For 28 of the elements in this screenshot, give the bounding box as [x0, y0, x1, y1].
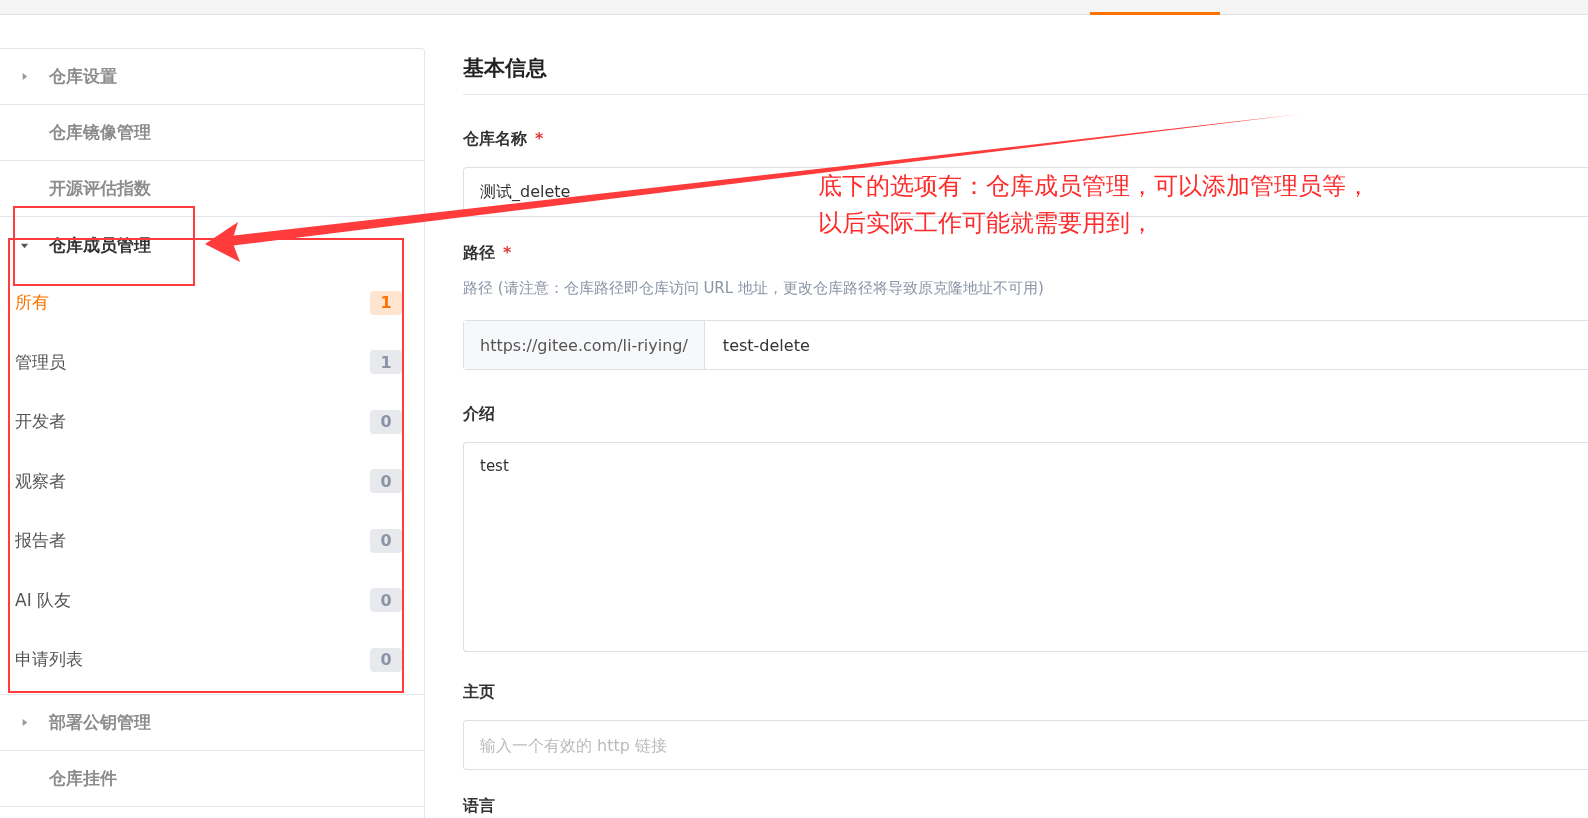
count-badge: 1 [370, 290, 402, 315]
count-badge: 0 [370, 469, 402, 494]
count-badge: 0 [370, 528, 402, 553]
count-badge: 1 [370, 350, 402, 375]
member-filter-item[interactable]: 报告者 0 [0, 511, 424, 571]
textarea-field[interactable]: test [463, 442, 1588, 652]
member-filter-item[interactable]: 管理员 1 [0, 332, 424, 392]
field-label: 仓库名称 [463, 129, 527, 150]
field-label: 路径 [463, 243, 495, 264]
url-prefix: https://gitee.com/li-riying/ [464, 321, 705, 369]
field-hint: 路径 (请注意：仓库路径即仓库访问 URL 地址，更改仓库路径将导致原克隆地址不可用) [463, 279, 1045, 298]
caret-icon [20, 717, 29, 727]
member-filter-item[interactable]: 申请列表 0 [0, 630, 424, 690]
field-label: 语言 [463, 796, 495, 817]
member-filter-item[interactable]: 观察者 0 [0, 451, 424, 511]
field-label: 主页 [463, 682, 495, 703]
section-title: 基本信息 [463, 55, 548, 82]
input-field[interactable]: https://gitee.com/li-riying/ test-delete [463, 320, 1588, 370]
required-mark: * [535, 129, 544, 150]
required-mark: * [503, 243, 512, 264]
member-filter-item[interactable]: 开发者 0 [0, 392, 424, 452]
caret-icon [20, 72, 29, 81]
count-badge: 0 [370, 409, 402, 434]
count-badge: 0 [370, 647, 402, 672]
annotation-text: 底下的选项有：仓库成员管理，可以添加管理员等， [818, 171, 1370, 202]
field-label: 介绍 [463, 404, 495, 425]
member-filter-item[interactable]: AI 队友 0 [0, 570, 424, 630]
count-badge: 0 [370, 588, 402, 613]
